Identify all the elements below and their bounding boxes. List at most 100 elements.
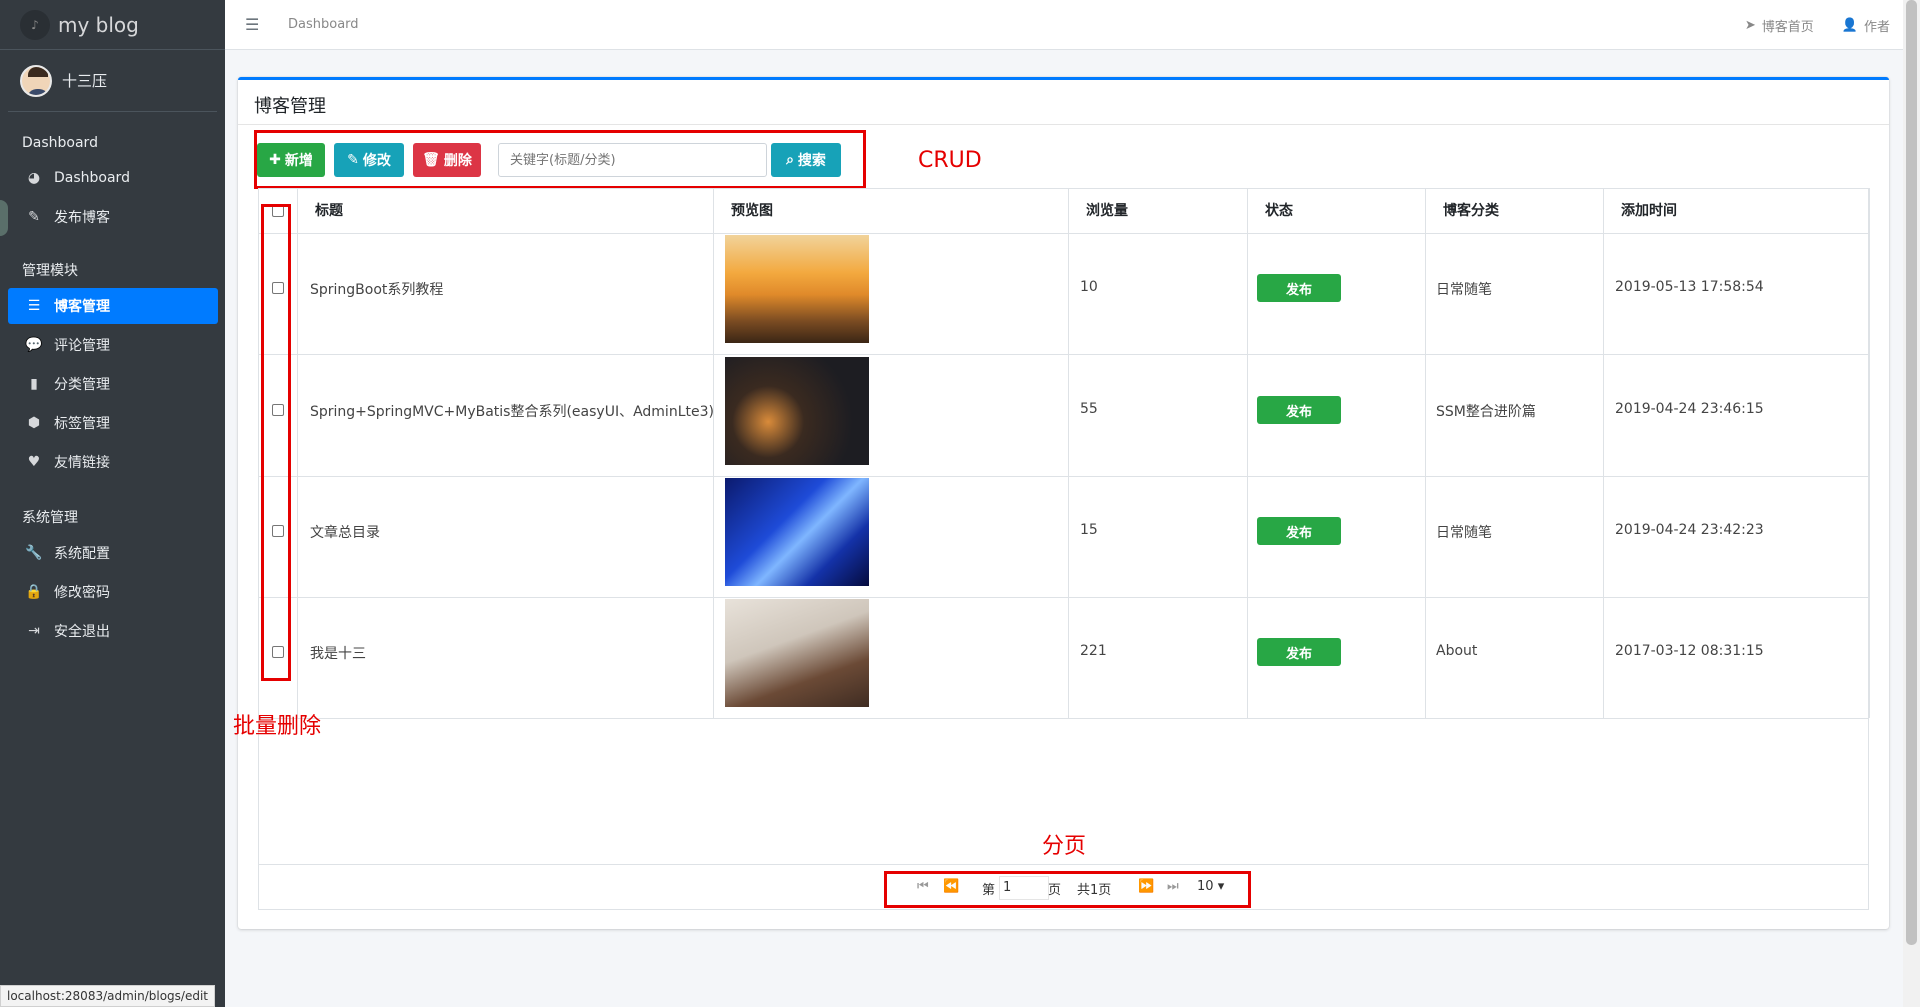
row-divider [258,597,1869,598]
column-header-views[interactable]: 浏览量 [1086,200,1128,220]
sidebar-handle[interactable] [0,200,8,236]
row-views: 15 [1080,522,1098,538]
sidebar-item-label: 修改密码 [54,585,110,601]
sidebar-item-blog-manage[interactable]: ☰ 博客管理 [8,288,218,324]
sidebar-item-label: 友情链接 [54,455,110,471]
edit-icon: ✎ [28,209,40,225]
scrollbar-thumb[interactable] [1906,0,1917,945]
preview-image [725,235,869,343]
first-page-icon[interactable]: ⏮ [917,879,929,894]
row-category: SSM整合进阶篇 [1436,404,1536,420]
avatar [20,64,52,97]
table-footer-divider [258,864,1869,865]
column-header-category[interactable]: 博客分类 [1443,200,1499,220]
row-time: 2019-05-13 17:58:54 [1615,279,1764,295]
col-divider [1068,188,1069,718]
search-input[interactable] [498,143,767,177]
page-number-input[interactable]: 1 [999,876,1049,900]
edit-button-label: 修改 [362,153,391,169]
row-views: 221 [1080,643,1107,659]
sidebar-item-label: 标签管理 [54,416,110,432]
status-badge: 发布 [1257,274,1341,302]
col-divider [1425,188,1426,718]
browser-status-url: localhost:28083/admin/blogs/edit [0,985,216,1007]
row-title: 我是十三 [310,646,366,662]
status-badge: 发布 [1257,638,1341,666]
column-header-status[interactable]: 状态 [1265,200,1293,220]
sidebar-item-system-config[interactable]: 🔧 系统配置 [8,535,218,571]
row-views: 10 [1080,279,1098,295]
scrollbar[interactable] [1903,0,1920,1007]
col-divider [1603,188,1604,718]
blog-home-link[interactable]: ➤ 博客首页 [1745,16,1814,35]
tags-icon: ⬢ [27,415,41,431]
comments-icon: 💬 [25,337,43,353]
status-badge: 发布 [1257,517,1341,545]
page-prefix: 第 [982,883,996,898]
menu-toggle-icon[interactable]: ☰ [245,15,259,34]
plus-icon: ✚ [269,152,281,168]
card-divider [238,124,1889,125]
search-button-label: 搜索 [797,153,826,169]
user-panel[interactable]: 十三压 [8,50,217,112]
edit-button[interactable]: ✎ 修改 [334,143,404,177]
add-button[interactable]: ✚ 新增 [257,143,325,177]
lock-icon: 🔒 [25,584,43,600]
brand-logo-icon: ♪ [20,9,50,40]
delete-button[interactable]: 🗑 删除 [413,143,481,177]
row-title: 文章总目录 [310,525,380,541]
author-label: 作者 [1863,20,1890,35]
last-page-icon[interactable]: ⏭ [1167,879,1179,894]
page-size-select[interactable]: 10 ▾ [1197,879,1224,894]
sidebar-item-dashboard[interactable]: ◕ Dashboard [8,160,218,196]
bookmark-icon: ▮ [30,376,38,392]
sidebar-item-tag-manage[interactable]: ⬢ 标签管理 [8,405,218,441]
nav-header-manage: 管理模块 [22,263,78,279]
sidebar-item-category-manage[interactable]: ▮ 分类管理 [8,366,218,402]
row-title: Spring+SpringMVC+MyBatis整合系列(easyUI、Admi… [310,404,714,420]
sidebar-item-label: 评论管理 [54,338,110,354]
status-badge: 发布 [1257,396,1341,424]
tachometer-icon: ◕ [27,170,41,186]
row-category: About [1436,643,1478,659]
sidebar-item-change-password[interactable]: 🔒 修改密码 [8,574,218,610]
annotation-paging: 分页 [1042,834,1087,859]
sidebar: ♪ my blog 十三压 Dashboard ◕ Dashboard ✎ 发布… [0,0,225,1007]
author-link[interactable]: 👤 作者 [1842,16,1890,35]
brand-link[interactable]: ♪ my blog [0,0,225,50]
row-time: 2019-04-24 23:46:15 [1615,401,1764,417]
row-divider [258,476,1869,477]
blog-home-label: 博客首页 [1761,20,1814,35]
col-divider [297,188,298,718]
sidebar-item-comment-manage[interactable]: 💬 评论管理 [8,327,218,363]
row-views: 55 [1080,401,1098,417]
annotation-crud: CRUD [918,148,982,173]
search-button[interactable]: ⌕ 搜索 [771,143,841,177]
user-icon: 👤 [1841,18,1858,33]
sidebar-item-label: Dashboard [54,170,130,186]
column-header-title[interactable]: 标题 [315,200,343,220]
prev-page-icon[interactable]: ⏪ [943,879,959,894]
column-header-time[interactable]: 添加时间 [1621,200,1677,220]
sidebar-item-friend-links[interactable]: ♥ 友情链接 [8,444,218,480]
chevron-down-icon: ▾ [1217,879,1225,894]
paging-annotation-box [884,871,1251,908]
sign-out-icon: ⇥ [28,623,40,639]
add-button-label: 新增 [284,153,313,169]
heart-icon: ♥ [27,454,41,470]
column-header-preview[interactable]: 预览图 [731,200,773,220]
page-title: 博客管理 [254,96,326,117]
col-divider [1247,188,1248,718]
preview-image [725,357,869,465]
sidebar-item-label: 系统配置 [54,546,110,562]
wrench-icon: 🔧 [25,545,43,561]
paper-plane-icon: ➤ [1744,18,1756,33]
breadcrumb-dashboard[interactable]: Dashboard [288,17,359,32]
row-divider [258,718,1869,719]
page-size-value: 10 [1197,879,1214,894]
sidebar-item-logout[interactable]: ⇥ 安全退出 [8,613,218,649]
next-page-icon[interactable]: ⏩ [1138,879,1154,894]
row-category: 日常随笔 [1436,282,1492,298]
top-navbar: ☰ Dashboard ➤ 博客首页 👤 作者 [225,0,1920,50]
sidebar-item-publish[interactable]: ✎ 发布博客 [8,199,218,235]
